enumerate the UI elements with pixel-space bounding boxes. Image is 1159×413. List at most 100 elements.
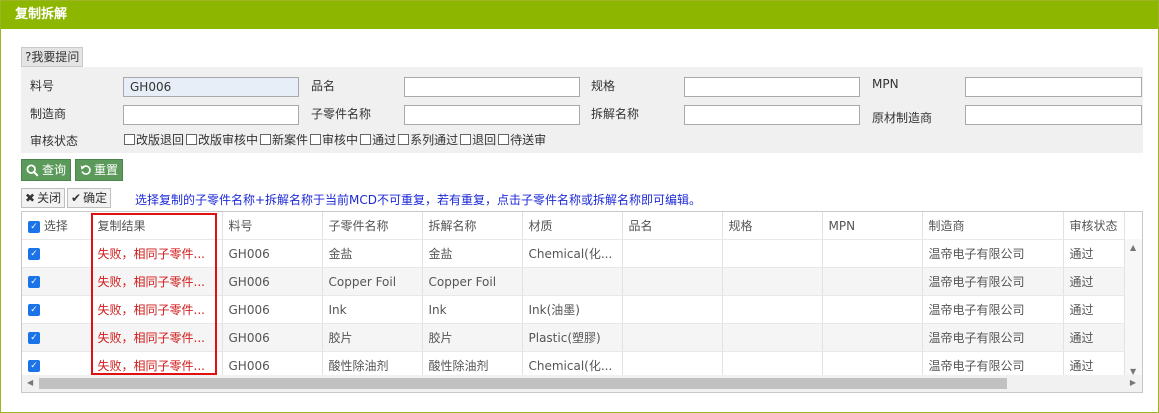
header-part-no: 料号 bbox=[222, 212, 323, 240]
subpart-name-label: 子零件名称 bbox=[311, 107, 372, 121]
name-cell bbox=[622, 267, 723, 296]
status-option-pending[interactable]: 待送审 bbox=[498, 131, 546, 148]
manufacturer-label: 制造商 bbox=[30, 107, 67, 121]
header-select[interactable]: ✓ 选择 bbox=[22, 212, 92, 240]
disassembly-name-input[interactable] bbox=[684, 105, 860, 125]
row-checkbox[interactable]: ✓ bbox=[28, 248, 40, 260]
header-manufacturer: 制造商 bbox=[922, 212, 1064, 240]
table-row[interactable]: ✓ 失败，相同子零件... GH006 金盐 金盐 Chemical(化... … bbox=[22, 239, 1125, 268]
row-checkbox[interactable]: ✓ bbox=[28, 360, 40, 372]
row-checkbox[interactable]: ✓ bbox=[28, 304, 40, 316]
material-cell: Chemical(化... bbox=[522, 239, 623, 268]
spec-cell bbox=[722, 323, 823, 352]
table-row[interactable]: ✓ 失败，相同子零件... GH006 Ink Ink Ink(油墨) 温帝电子… bbox=[22, 295, 1125, 324]
disassembly-name-cell[interactable]: Copper Foil bbox=[422, 267, 523, 296]
name-input[interactable] bbox=[404, 77, 580, 97]
part-no-cell: GH006 bbox=[222, 239, 323, 268]
checkbox[interactable] bbox=[124, 134, 135, 145]
checkbox[interactable] bbox=[498, 134, 510, 145]
row-select-cell[interactable]: ✓ bbox=[22, 323, 92, 352]
part-no-label: 料号 bbox=[30, 79, 55, 93]
header-copy-result: 复制结果 bbox=[91, 212, 223, 240]
part-no-input[interactable] bbox=[123, 77, 299, 97]
row-checkbox[interactable]: ✓ bbox=[28, 276, 40, 288]
status-option-passed[interactable]: 通过 bbox=[360, 131, 396, 148]
name-label: 品名 bbox=[311, 79, 336, 93]
table-row[interactable]: ✓ 失败，相同子零件... GH006 胶片 胶片 Plastic(塑膠) 温帝… bbox=[22, 323, 1125, 352]
part-no-cell: GH006 bbox=[222, 323, 323, 352]
checkbox[interactable] bbox=[260, 134, 272, 145]
status-option-revision-returned[interactable]: 改版退回 bbox=[124, 131, 184, 148]
close-button[interactable]: ✖ 关闭 bbox=[21, 188, 66, 208]
raw-manufacturer-label: 原材制造商 bbox=[872, 111, 933, 125]
part-no-cell: GH006 bbox=[222, 295, 323, 324]
check-icon: ✔ bbox=[71, 191, 82, 205]
mpn-input[interactable] bbox=[965, 77, 1142, 97]
status-option-returned[interactable]: 退回 bbox=[460, 131, 496, 148]
checkbox[interactable] bbox=[310, 134, 322, 145]
header-mpn: MPN bbox=[822, 212, 923, 240]
manufacturer-cell: 温帝电子有限公司 bbox=[922, 239, 1064, 268]
checkbox[interactable] bbox=[460, 134, 472, 145]
subpart-name-cell[interactable]: 金盐 bbox=[322, 239, 423, 268]
raw-manufacturer-input[interactable] bbox=[965, 105, 1142, 125]
part-no-cell: GH006 bbox=[222, 267, 323, 296]
scroll-up-icon[interactable]: ▲ bbox=[1130, 243, 1136, 252]
mpn-cell bbox=[822, 323, 923, 352]
disassembly-name-cell[interactable]: Ink bbox=[422, 295, 523, 324]
copy-result-cell: 失败，相同子零件... bbox=[91, 239, 223, 268]
disassembly-name-cell[interactable]: 金盐 bbox=[422, 239, 523, 268]
disassembly-name-cell[interactable]: 胶片 bbox=[422, 323, 523, 352]
checkbox[interactable] bbox=[398, 134, 410, 145]
status-option-series-passed[interactable]: 系列通过 bbox=[398, 131, 458, 148]
row-select-cell[interactable]: ✓ bbox=[22, 267, 92, 296]
mpn-label: MPN bbox=[872, 77, 899, 91]
header-disassembly-name: 拆解名称 bbox=[422, 212, 523, 240]
search-icon bbox=[26, 163, 39, 177]
mpn-cell bbox=[822, 267, 923, 296]
query-button[interactable]: 查询 bbox=[21, 159, 72, 181]
subpart-name-cell[interactable]: Copper Foil bbox=[322, 267, 423, 296]
mpn-cell bbox=[822, 295, 923, 324]
row-select-cell[interactable]: ✓ bbox=[22, 295, 92, 324]
confirm-button[interactable]: ✔ 确定 bbox=[67, 188, 112, 208]
review-status-cell: 通过 bbox=[1063, 323, 1125, 352]
spec-input[interactable] bbox=[684, 77, 860, 97]
material-cell: Plastic(塑膠) bbox=[522, 323, 623, 352]
status-option-reviewing[interactable]: 审核中 bbox=[310, 131, 358, 148]
table-header-row: ✓ 选择 复制结果 料号 子零件名称 拆解名称 材质 品名 规格 MPN 制造商… bbox=[22, 212, 1125, 240]
name-cell bbox=[622, 295, 723, 324]
header-material: 材质 bbox=[522, 212, 623, 240]
checkbox[interactable] bbox=[360, 134, 372, 145]
table-row[interactable]: ✓ 失败，相同子零件... GH006 Copper Foil Copper F… bbox=[22, 267, 1125, 296]
review-status-options: 改版退回 改版审核中 新案件 审核中 通过 系列通过 退回 待送审 bbox=[124, 131, 548, 148]
reset-button[interactable]: 重置 bbox=[75, 159, 124, 181]
vertical-scrollbar[interactable]: ▲ ▼ bbox=[1125, 239, 1142, 376]
review-status-cell: 通过 bbox=[1063, 239, 1125, 268]
status-option-revision-reviewing[interactable]: 改版审核中 bbox=[186, 131, 258, 148]
status-option-new-case[interactable]: 新案件 bbox=[260, 131, 308, 148]
copy-result-cell: 失败，相同子零件... bbox=[91, 267, 223, 296]
manufacturer-input[interactable] bbox=[123, 105, 299, 125]
header-review-status: 审核状态 bbox=[1063, 212, 1125, 240]
mpn-cell bbox=[822, 239, 923, 268]
row-select-cell[interactable]: ✓ bbox=[22, 239, 92, 268]
checkbox[interactable] bbox=[186, 134, 198, 145]
horizontal-scroll-thumb[interactable] bbox=[39, 378, 1007, 389]
ask-question-button[interactable]: ?我要提问 bbox=[21, 47, 84, 67]
manufacturer-cell: 温帝电子有限公司 bbox=[922, 295, 1064, 324]
scroll-right-icon[interactable]: ▶ bbox=[1130, 378, 1136, 387]
horizontal-scrollbar[interactable]: ◀ ▶ bbox=[22, 375, 1142, 392]
scroll-left-icon[interactable]: ◀ bbox=[27, 378, 33, 387]
name-cell bbox=[622, 239, 723, 268]
row-checkbox[interactable]: ✓ bbox=[28, 332, 40, 344]
notice-text: 选择复制的子零件名称+拆解名称于当前MCD不可重复，若有重复，点击子零件名称或拆… bbox=[135, 193, 702, 207]
copy-result-cell: 失败，相同子零件... bbox=[91, 323, 223, 352]
subpart-name-cell[interactable]: Ink bbox=[322, 295, 423, 324]
select-all-checkbox[interactable]: ✓ bbox=[28, 220, 40, 233]
close-icon: ✖ bbox=[25, 191, 36, 205]
subpart-name-input[interactable] bbox=[404, 105, 580, 125]
subpart-name-cell[interactable]: 胶片 bbox=[322, 323, 423, 352]
header-spec: 规格 bbox=[722, 212, 823, 240]
review-status-cell: 通过 bbox=[1063, 295, 1125, 324]
